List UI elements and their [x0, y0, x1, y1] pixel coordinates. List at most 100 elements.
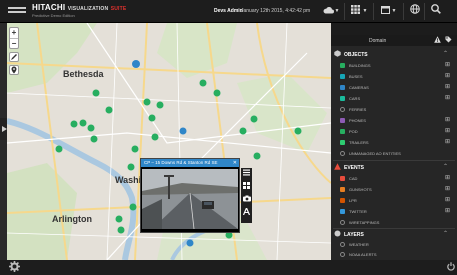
- caret-down-icon[interactable]: ▼: [362, 4, 368, 19]
- zoom-control: + −: [9, 27, 19, 49]
- color-swatch: [340, 129, 345, 134]
- color-swatch: [340, 187, 345, 192]
- location-pin-button[interactable]: [9, 65, 19, 75]
- layer-item[interactable]: BUILDINGS ⊞: [337, 60, 455, 70]
- layer-item[interactable]: GUNSHOTS ⊞: [337, 184, 455, 194]
- chevron-up-icon[interactable]: ⌃: [443, 163, 448, 170]
- layer-item[interactable]: LPR ⊞: [337, 195, 455, 205]
- layer-item[interactable]: CAMERAS ⊞: [337, 82, 455, 92]
- color-swatch: [340, 118, 345, 123]
- brand-suite-text: SUITE: [110, 6, 127, 12]
- layer-item[interactable]: CAD ⊞: [337, 173, 455, 183]
- layer-item[interactable]: FERRIES: [337, 104, 455, 114]
- list-icon[interactable]: [241, 168, 252, 181]
- camera-popup-title: CP – 15 Downs Rd & Stanton Rd SE: [141, 159, 239, 167]
- section-events-label: EVENTS: [344, 165, 365, 171]
- section-layers[interactable]: LAYERS ⌃: [333, 229, 457, 239]
- section-events[interactable]: EVENTS ⌃: [333, 162, 457, 172]
- expand-icon[interactable]: ⊞: [445, 116, 450, 123]
- expand-icon[interactable]: ⊞: [445, 207, 450, 214]
- brand-mark-icon: [8, 7, 26, 13]
- color-swatch: [340, 74, 345, 79]
- brand-subtitle: Predictive Demo Edition: [32, 13, 75, 18]
- expand-icon[interactable]: ⊞: [445, 174, 450, 181]
- layer-item-label: CARS: [349, 96, 361, 101]
- power-icon[interactable]: [447, 262, 455, 273]
- expand-icon[interactable]: ⊞: [445, 185, 450, 192]
- map-label-arlington: Arlington: [52, 214, 92, 224]
- user-name[interactable]: Devs Admin: [214, 8, 243, 14]
- layer-item-label: NOAA ALERTS: [349, 252, 377, 257]
- color-swatch: [340, 96, 345, 101]
- layer-item-label: UNMANAGED AO ENTITIES: [349, 151, 401, 156]
- layer-item-label: CAD: [349, 176, 358, 181]
- expand-icon[interactable]: ⊞: [445, 83, 450, 90]
- objects-icon: [334, 50, 341, 59]
- layer-item[interactable]: WIRETAPPINGS: [337, 217, 455, 227]
- color-swatch: [340, 209, 345, 214]
- globe-icon[interactable]: [409, 4, 420, 19]
- expand-icon[interactable]: ⊞: [445, 127, 450, 134]
- toolbar-divider: [424, 3, 425, 20]
- layer-item-label: TRAILERS: [349, 140, 369, 145]
- zoom-in-button[interactable]: +: [10, 28, 18, 38]
- domain-panel-title: Domain: [369, 38, 387, 44]
- zoom-out-button[interactable]: −: [10, 38, 18, 48]
- layer-item[interactable]: TWITTER ⊞: [337, 206, 455, 216]
- color-swatch: [340, 176, 345, 181]
- warning-icon[interactable]: [434, 36, 441, 45]
- section-objects-label: OBJECTS: [344, 52, 368, 58]
- layer-item[interactable]: TRAILERS ⊞: [337, 137, 455, 147]
- search-icon[interactable]: [430, 4, 441, 19]
- window-icon[interactable]: [380, 4, 390, 19]
- layer-item[interactable]: WEATHER: [337, 239, 455, 249]
- camera-popup-toolbar: [241, 168, 252, 223]
- layer-item[interactable]: POD ⊞: [337, 126, 455, 136]
- color-swatch: [340, 107, 345, 112]
- toolbar-divider: [373, 3, 374, 20]
- layer-item-label: POD: [349, 129, 358, 134]
- brand-name: HITACHI VISUALIZATION SUITE: [32, 3, 126, 12]
- layer-item[interactable]: PHONES ⊞: [337, 115, 455, 125]
- caret-down-icon[interactable]: ▼: [334, 4, 340, 19]
- section-objects[interactable]: OBJECTS ⌃: [333, 49, 457, 59]
- caret-down-icon[interactable]: ▼: [391, 4, 397, 19]
- camera-popup[interactable]: CP – 15 Downs Rd & Stanton Rd SE ✕: [140, 158, 240, 233]
- gear-icon[interactable]: [9, 261, 20, 275]
- layer-item[interactable]: NOAA ALERTS: [337, 249, 455, 259]
- bottom-bar: [0, 260, 457, 275]
- grid-icon[interactable]: [350, 4, 361, 19]
- chevron-up-icon[interactable]: ⌃: [443, 50, 448, 57]
- draw-tool-button[interactable]: [9, 52, 19, 62]
- camera-feed-image: [142, 169, 238, 229]
- grid-icon[interactable]: [241, 181, 252, 194]
- map-label-bethesda: Bethesda: [63, 69, 104, 79]
- top-bar: HITACHI VISUALIZATION SUITE Predictive D…: [0, 0, 457, 23]
- toolbar-divider: [403, 3, 404, 20]
- layer-item[interactable]: BUSES ⊞: [337, 71, 455, 81]
- expand-icon[interactable]: ⊞: [445, 138, 450, 145]
- text-icon[interactable]: [241, 206, 252, 220]
- expand-icon[interactable]: ⊞: [445, 72, 450, 79]
- events-icon: [334, 163, 341, 172]
- layer-item[interactable]: UNMANAGED AO ENTITIES: [337, 148, 455, 158]
- layer-item-label: WIRETAPPINGS: [349, 220, 380, 225]
- layer-item-label: PHONES: [349, 118, 366, 123]
- expand-icon[interactable]: ⊞: [445, 94, 450, 101]
- layers-icon: [334, 230, 341, 239]
- expand-icon[interactable]: ⊞: [445, 61, 450, 68]
- layer-item[interactable]: CARS ⊞: [337, 93, 455, 103]
- close-icon[interactable]: ✕: [233, 159, 237, 167]
- camera-icon[interactable]: [241, 194, 252, 207]
- tag-icon[interactable]: [445, 36, 452, 45]
- color-swatch: [340, 63, 345, 68]
- datetime: January 12th 2015, 4:42:42 pm: [241, 8, 311, 14]
- expand-icon[interactable]: ⊞: [445, 196, 450, 203]
- chevron-up-icon[interactable]: ⌃: [443, 230, 448, 237]
- section-layers-label: LAYERS: [344, 232, 364, 238]
- color-swatch: [340, 151, 345, 156]
- color-swatch: [340, 252, 345, 257]
- brand-text: HITACHI: [32, 3, 66, 12]
- layer-item-label: TWITTER: [349, 209, 367, 214]
- cloud-icon[interactable]: [322, 4, 334, 19]
